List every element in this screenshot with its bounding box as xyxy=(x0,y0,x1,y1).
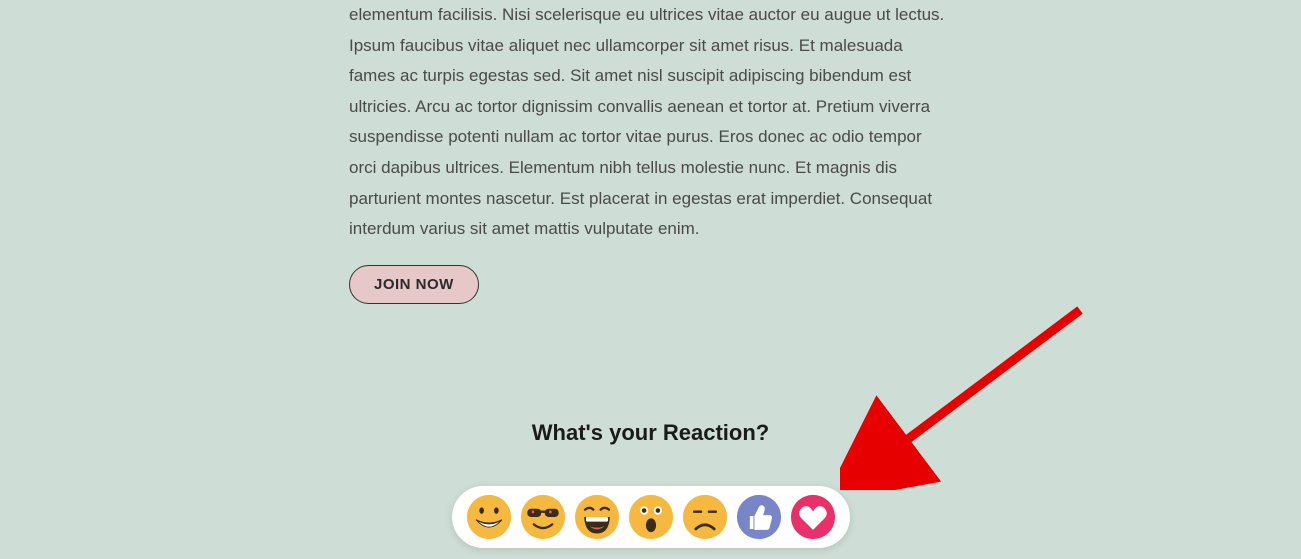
wow-icon[interactable] xyxy=(628,494,674,540)
join-now-button[interactable]: JOIN NOW xyxy=(349,265,479,304)
reaction-section: What's your Reaction? xyxy=(0,420,1301,548)
laugh-icon[interactable] xyxy=(574,494,620,540)
like-icon[interactable] xyxy=(736,494,782,540)
article-content: elementum facilisis. Nisi scelerisque eu… xyxy=(349,0,949,304)
reaction-title: What's your Reaction? xyxy=(0,420,1301,446)
reaction-bar xyxy=(452,486,850,548)
cool-icon[interactable] xyxy=(520,494,566,540)
article-body: elementum facilisis. Nisi scelerisque eu… xyxy=(349,0,949,245)
smile-icon[interactable] xyxy=(466,494,512,540)
love-icon[interactable] xyxy=(790,494,836,540)
sad-icon[interactable] xyxy=(682,494,728,540)
